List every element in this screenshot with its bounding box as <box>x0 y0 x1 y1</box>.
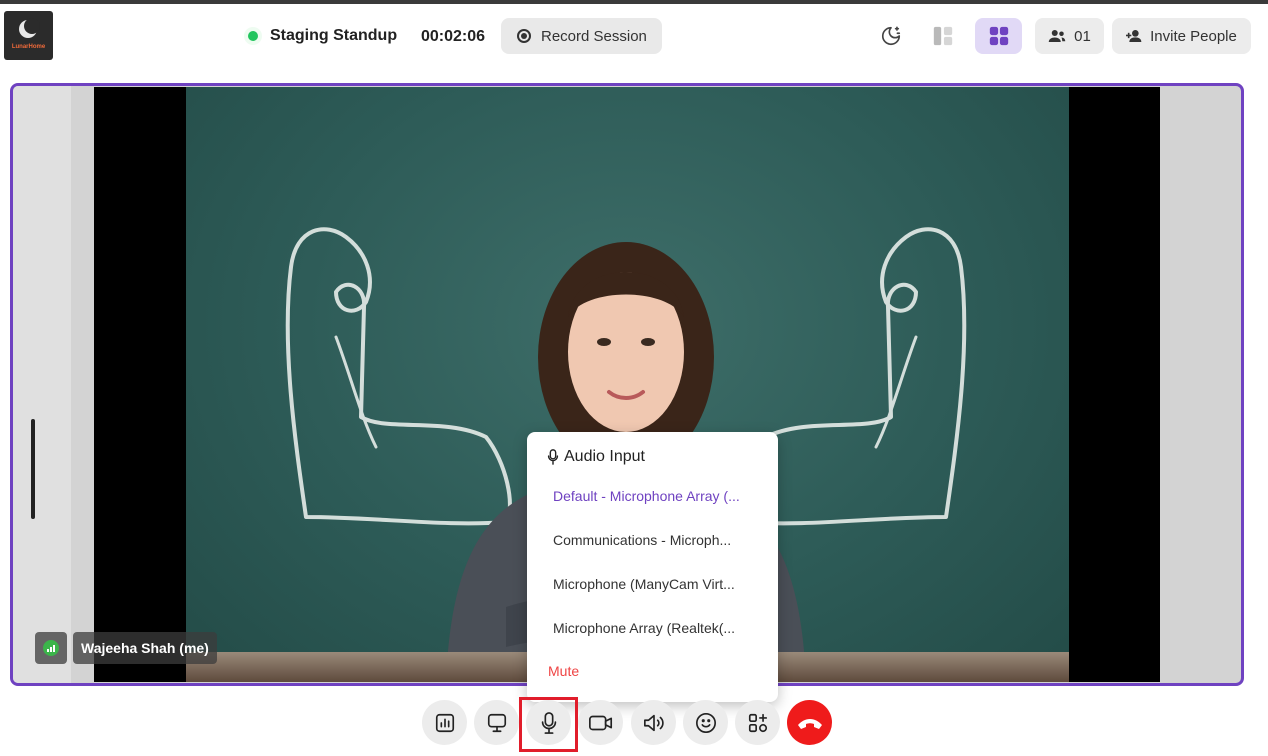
app-logo: LunarHome <box>4 11 53 60</box>
mute-option[interactable]: Mute <box>548 663 579 679</box>
invite-people-label: Invite People <box>1150 27 1237 45</box>
meeting-timer: 00:02:06 <box>421 28 486 45</box>
signal-strength-icon <box>43 640 59 656</box>
audio-input-header: Audio Input <box>547 448 645 466</box>
grid-layout-button[interactable] <box>975 18 1022 54</box>
logo-text: LunarHome <box>11 44 46 50</box>
layout-grid-icon <box>989 26 1008 46</box>
participant-name-tag: Wajeeha Shah (me) <box>35 632 217 664</box>
participant-name: Wajeeha Shah (me) <box>73 632 217 664</box>
end-call-button[interactable] <box>787 700 832 745</box>
emoji-icon <box>695 712 716 733</box>
apps-icon <box>748 713 767 732</box>
meeting-info: Staging Standup <box>248 22 397 50</box>
invite-people-button[interactable]: Invite People <box>1112 18 1251 54</box>
audio-option-default[interactable]: Default - Microphone Array (... <box>553 488 763 504</box>
audio-input-title: Audio Input <box>564 448 645 465</box>
participants-count: 01 <box>1074 27 1091 45</box>
dark-mode-toggle[interactable] <box>872 18 910 54</box>
speaker-button[interactable] <box>631 700 676 745</box>
audio-option-communications[interactable]: Communications - Microph... <box>553 532 763 548</box>
stats-button[interactable] <box>422 700 467 745</box>
meeting-title: Staging Standup <box>270 27 398 44</box>
record-session-button[interactable]: Record Session <box>501 18 662 54</box>
camera-icon <box>588 715 612 730</box>
hang-up-icon <box>797 718 822 729</box>
connection-quality <box>35 632 67 664</box>
sidebar-layout-button[interactable] <box>924 18 962 54</box>
record-session-label: Record Session <box>541 27 647 45</box>
live-status-dot <box>248 31 258 41</box>
stats-icon <box>435 713 454 732</box>
moon-logo-icon <box>19 18 40 38</box>
camera-button[interactable] <box>578 700 623 745</box>
audio-option-realtek[interactable]: Microphone Array (Realtek(... <box>553 620 763 636</box>
top-bar: LunarHome Staging Standup 00:02:06 Recor… <box>0 4 1268 66</box>
users-icon <box>1048 30 1066 42</box>
apps-button[interactable] <box>735 700 780 745</box>
panel-resize-handle[interactable] <box>31 419 35 519</box>
participants-button[interactable]: 01 <box>1035 18 1104 54</box>
screen-share-icon <box>487 713 506 732</box>
speaker-icon <box>643 714 664 731</box>
record-icon <box>517 29 531 43</box>
stage-side-panel <box>13 86 71 683</box>
microphone-button-highlight <box>519 697 578 752</box>
reactions-button[interactable] <box>683 700 728 745</box>
add-user-icon <box>1126 30 1142 42</box>
screen-share-button[interactable] <box>474 700 519 745</box>
layout-sidebar-icon <box>933 26 953 46</box>
microphone-icon <box>547 449 559 465</box>
moon-stars-icon <box>881 26 901 46</box>
audio-input-menu: Audio Input Default - Microphone Array (… <box>527 432 778 702</box>
audio-option-manycam[interactable]: Microphone (ManyCam Virt... <box>553 576 763 592</box>
